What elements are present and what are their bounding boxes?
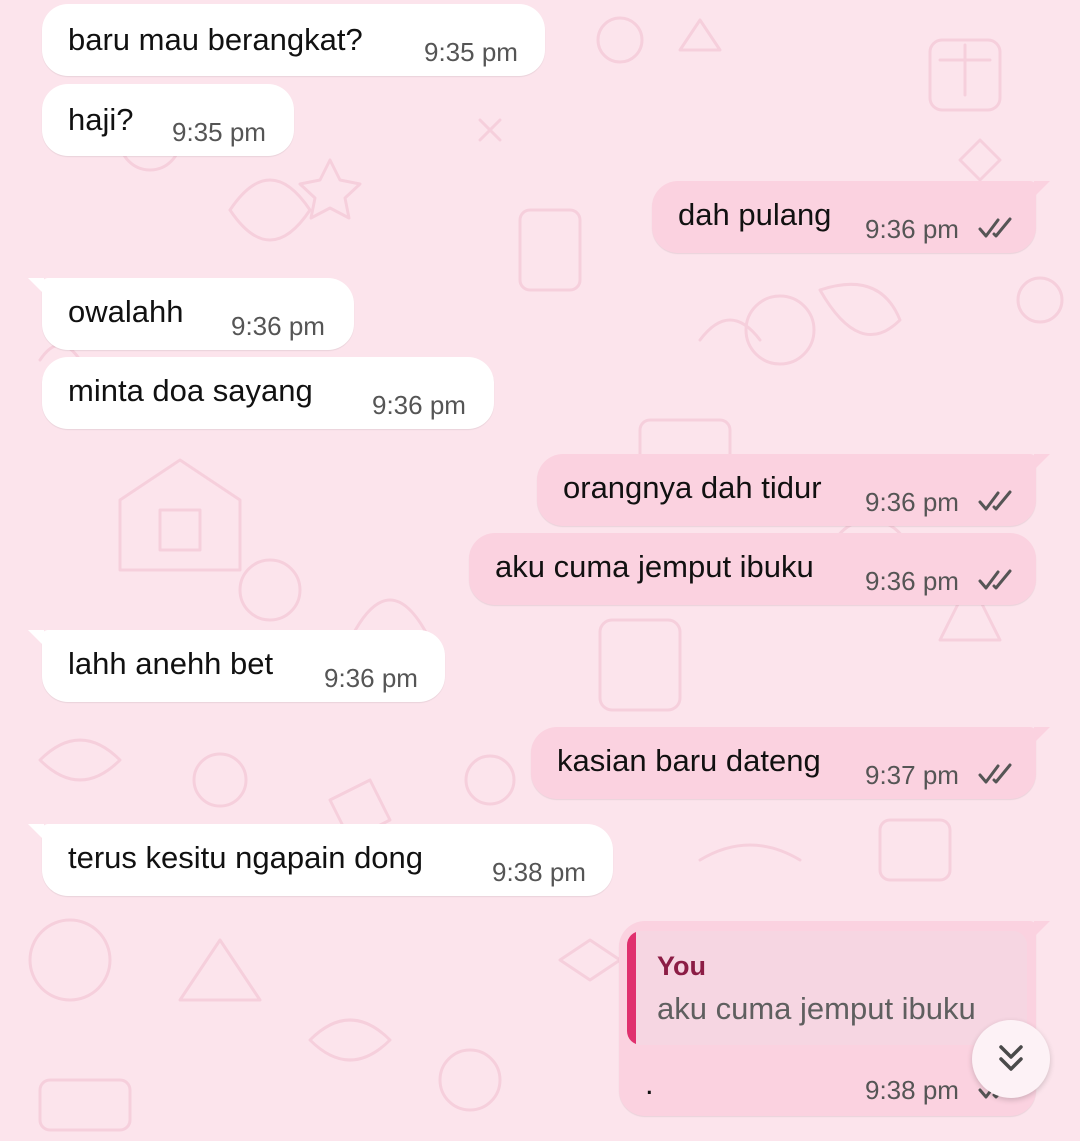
incoming-message[interactable]: haji? 9:35 pm [42, 84, 294, 156]
message-text: . [645, 1066, 654, 1101]
message-time: 9:38 pm [492, 857, 586, 887]
bubble-tail [1034, 454, 1050, 470]
outgoing-message[interactable]: orangnya dah tidur 9:36 pm [537, 454, 1050, 526]
double-check-icon [978, 217, 1012, 238]
message-time: 9:36 pm [231, 311, 325, 341]
scroll-to-bottom-button[interactable] [972, 1020, 1050, 1098]
double-chevron-down-icon [999, 1045, 1023, 1071]
message-text: dah pulang [678, 197, 832, 232]
message-text: kasian baru dateng [557, 743, 821, 778]
message-text: aku cuma jemput ibuku [495, 549, 814, 584]
quoted-message[interactable]: You aku cuma jemput ibuku [627, 931, 1027, 1045]
message-time: 9:36 pm [865, 214, 959, 244]
bubble-tail [1034, 181, 1050, 197]
outgoing-message[interactable]: aku cuma jemput ibuku 9:36 pm [469, 533, 1036, 605]
message-text: terus kesitu ngapain dong [68, 840, 424, 875]
message-text: haji? [68, 102, 134, 137]
message-time: 9:36 pm [324, 663, 418, 693]
message-text: orangnya dah tidur [563, 470, 822, 505]
double-check-icon [978, 490, 1012, 511]
message-time: 9:35 pm [424, 37, 518, 67]
message-time: 9:35 pm [172, 117, 266, 147]
bubble-tail [28, 278, 44, 294]
bubble-tail [1034, 727, 1050, 743]
outgoing-reply-message[interactable]: You aku cuma jemput ibuku . 9:38 pm [619, 921, 1050, 1116]
incoming-message[interactable]: baru mau berangkat? 9:35 pm [42, 4, 545, 76]
double-check-icon [978, 763, 1012, 784]
message-time: 9:36 pm [865, 487, 959, 517]
message-time: 9:37 pm [865, 760, 959, 790]
message-text: lahh anehh bet [68, 646, 274, 681]
message-text: owalahh [68, 294, 184, 329]
outgoing-message[interactable]: dah pulang 9:36 pm [652, 181, 1050, 253]
outgoing-message[interactable]: kasian baru dateng 9:37 pm [531, 727, 1050, 799]
quote-accent-bar [627, 931, 636, 1045]
quote-author: You [657, 951, 706, 981]
bubble-tail [28, 630, 44, 646]
message-text: baru mau berangkat? [68, 22, 363, 57]
message-time: 9:36 pm [865, 566, 959, 596]
quote-text: aku cuma jemput ibuku [657, 991, 976, 1026]
bubble-tail [1034, 921, 1050, 937]
message-time: 9:38 pm [865, 1075, 959, 1105]
message-text: minta doa sayang [68, 373, 313, 408]
incoming-message[interactable]: owalahh 9:36 pm [28, 278, 354, 350]
bubble-tail [28, 824, 44, 840]
incoming-message[interactable]: minta doa sayang 9:36 pm [42, 357, 494, 429]
incoming-message[interactable]: terus kesitu ngapain dong 9:38 pm [28, 824, 613, 896]
incoming-message[interactable]: lahh anehh bet 9:36 pm [28, 630, 445, 702]
message-time: 9:36 pm [372, 390, 466, 420]
chat-message-list[interactable]: baru mau berangkat? 9:35 pm haji? 9:35 p… [0, 0, 1080, 1141]
double-check-icon [978, 569, 1012, 590]
